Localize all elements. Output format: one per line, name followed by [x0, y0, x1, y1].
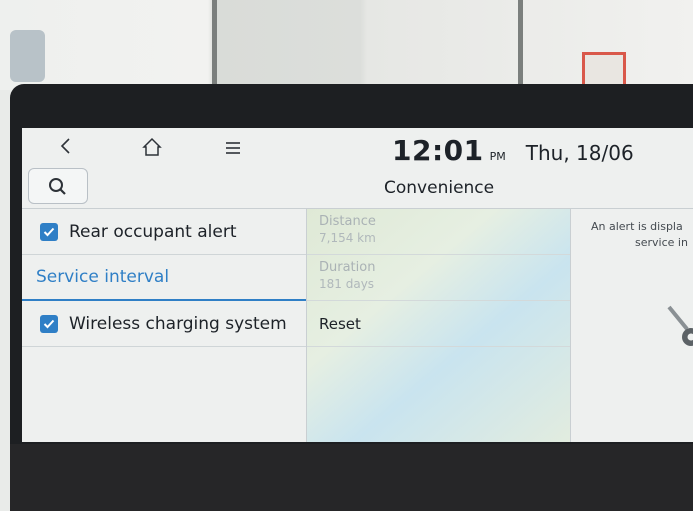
info-text: An alert is displa service in: [591, 219, 693, 251]
duration-label: Duration: [319, 260, 376, 275]
service-interval-panel: Distance 7,154 km Duration 181 days Rese…: [307, 209, 570, 442]
background-object: [10, 30, 45, 82]
duration-value: 181 days: [319, 277, 375, 291]
clock-date: Thu, 18/06: [525, 141, 634, 165]
rear-occupant-alert-checkbox[interactable]: [40, 222, 58, 241]
clock: 12:01 PM Thu, 18/06: [392, 134, 634, 168]
wireless-charging-row[interactable]: Wireless charging system: [22, 301, 306, 347]
background-post: [518, 0, 523, 90]
checkmark-icon: [43, 227, 55, 236]
status-bar: 12:01 PM Thu, 18/06: [22, 128, 693, 172]
clock-ampm: PM: [489, 150, 506, 163]
service-interval-row[interactable]: Service interval: [22, 255, 306, 301]
display-bezel-bottom: [10, 444, 693, 511]
duration-row[interactable]: Duration 181 days: [307, 255, 570, 301]
search-button[interactable]: [28, 168, 88, 204]
settings-list: Rear occupant alert Service interval Wir…: [22, 209, 306, 442]
back-icon[interactable]: [54, 134, 78, 158]
infotainment-screen: 12:01 PM Thu, 18/06 Convenience Rear occ…: [22, 128, 693, 442]
rear-occupant-alert-row[interactable]: Rear occupant alert: [22, 209, 306, 255]
info-panel: An alert is displa service in: [571, 209, 693, 442]
menu-icon[interactable]: [222, 138, 244, 158]
checkmark-icon: [43, 319, 55, 328]
info-line-2: service in: [635, 236, 688, 249]
distance-row[interactable]: Distance 7,154 km: [307, 209, 570, 255]
distance-value: 7,154 km: [319, 231, 376, 245]
reset-row[interactable]: Reset: [307, 301, 570, 347]
clock-time: 12:01: [392, 134, 484, 167]
wireless-charging-checkbox[interactable]: [40, 314, 58, 333]
rear-occupant-alert-label: Rear occupant alert: [69, 221, 237, 242]
page-title: Convenience: [384, 178, 495, 198]
background-post: [212, 0, 217, 90]
search-icon: [49, 178, 66, 195]
distance-label: Distance: [319, 214, 376, 229]
wireless-charging-label: Wireless charging system: [69, 313, 287, 334]
home-icon[interactable]: [140, 136, 164, 158]
service-interval-label: Service interval: [36, 267, 170, 287]
reset-button[interactable]: Reset: [319, 301, 570, 347]
info-line-1: An alert is displa: [591, 220, 683, 233]
wrench-icon: [665, 299, 693, 359]
